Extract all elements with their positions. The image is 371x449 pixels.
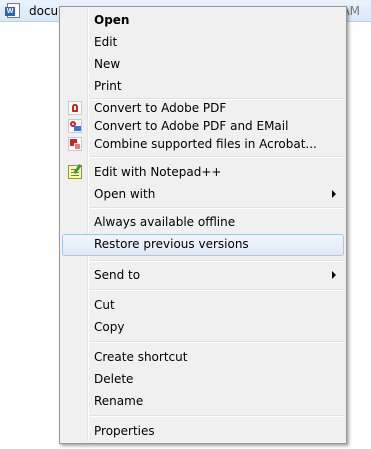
menu-item-label: Convert to Adobe PDF — [94, 101, 227, 115]
menu-item-open-with[interactable]: Open with — [62, 184, 344, 204]
word-document-icon: W — [5, 3, 20, 18]
menu-item-label: Always available offline — [94, 215, 236, 229]
menu-item-open[interactable]: Open — [62, 10, 344, 30]
menu-separator — [90, 289, 344, 291]
notepad-plus-plus-icon — [68, 165, 82, 179]
menu-item-label: Edit — [94, 35, 118, 49]
adobe-pdf-icon — [68, 101, 82, 115]
file-name: docu — [29, 4, 59, 18]
menu-item-edit[interactable]: Edit — [62, 32, 344, 52]
menu-separator — [90, 156, 344, 158]
menu-item-label: Convert to Adobe PDF and EMail — [94, 119, 289, 133]
menu-item-label: Rename — [94, 394, 144, 408]
menu-item-delete[interactable]: Delete — [62, 369, 344, 389]
menu-item-restore-previous-versions[interactable]: Restore previous versions — [62, 234, 344, 256]
menu-item-convert-to-pdf-and-email[interactable]: Convert to Adobe PDF and EMail — [62, 116, 344, 136]
submenu-arrow-icon — [332, 190, 336, 198]
menu-item-copy[interactable]: Copy — [62, 317, 344, 337]
menu-item-send-to[interactable]: Send to — [62, 265, 344, 285]
menu-item-convert-to-adobe-pdf[interactable]: Convert to Adobe PDF — [62, 98, 344, 118]
menu-item-combine-in-acrobat[interactable]: Combine supported files in Acrobat... — [62, 134, 344, 154]
menu-item-always-available-offline[interactable]: Always available offline — [62, 212, 344, 232]
context-menu: Open Edit New Print Convert to Adobe PDF… — [59, 6, 347, 444]
menu-item-label: Send to — [94, 268, 141, 282]
menu-item-label: New — [94, 57, 121, 71]
menu-item-create-shortcut[interactable]: Create shortcut — [62, 347, 344, 367]
menu-separator — [90, 341, 344, 343]
acrobat-combine-icon — [68, 137, 82, 151]
menu-item-label: Properties — [94, 424, 155, 438]
menu-item-print[interactable]: Print — [62, 76, 344, 96]
adobe-pdf-email-icon — [68, 119, 82, 133]
menu-separator — [90, 260, 344, 262]
menu-separator — [90, 207, 344, 209]
menu-item-label: Edit with Notepad++ — [94, 165, 222, 179]
menu-item-label: Open with — [94, 187, 156, 201]
menu-item-edit-with-notepad[interactable]: Edit with Notepad++ — [62, 162, 344, 182]
menu-item-label: Print — [94, 79, 122, 93]
menu-item-cut[interactable]: Cut — [62, 295, 344, 315]
menu-item-label: Restore previous versions — [94, 237, 249, 251]
menu-separator — [90, 415, 344, 417]
menu-item-label: Copy — [94, 320, 125, 334]
submenu-arrow-icon — [332, 271, 336, 279]
menu-item-label: Create shortcut — [94, 350, 188, 364]
menu-item-properties[interactable]: Properties — [62, 421, 344, 441]
menu-item-label: Open — [94, 13, 130, 27]
menu-item-label: Combine supported files in Acrobat... — [94, 137, 317, 151]
menu-item-rename[interactable]: Rename — [62, 391, 344, 411]
menu-item-new[interactable]: New — [62, 54, 344, 74]
menu-item-label: Delete — [94, 372, 134, 386]
menu-item-label: Cut — [94, 298, 115, 312]
